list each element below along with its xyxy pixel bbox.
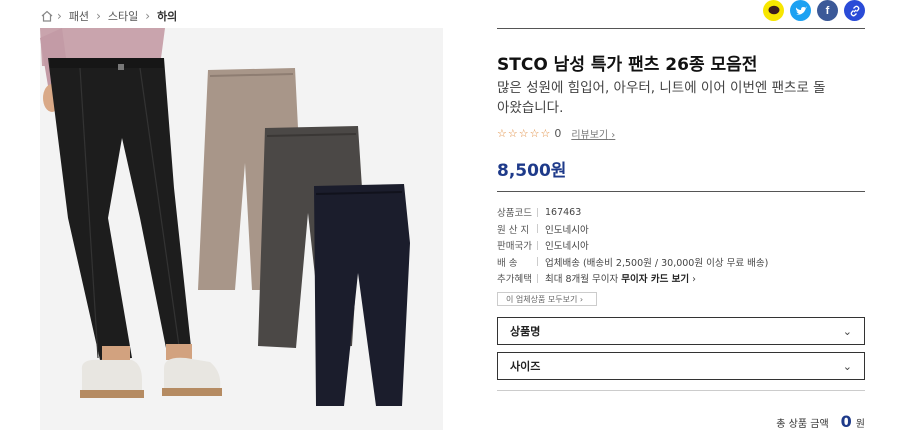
product-title: STCO 남성 특가 팬츠 26종 모음전 (497, 55, 758, 75)
info-row-code: 상품코드 167463 (497, 206, 582, 220)
interest-free-card-link[interactable]: 무이자 카드 보기 (621, 274, 689, 285)
rating-count: 0 (554, 127, 562, 140)
total-amount: 0 (840, 412, 852, 431)
info-row-country: 판매국가 인도네시아 (497, 240, 589, 253)
kakaotalk-share-icon[interactable] (763, 0, 784, 21)
info-row-origin: 원 산 지 인도네시아 (497, 224, 589, 236)
breadcrumb-item-fashion[interactable]: 패션 (69, 8, 89, 24)
chevron-right-icon: › (96, 9, 101, 23)
chevron-down-icon: ⌄ (842, 324, 852, 338)
product-rating: ☆☆☆☆☆ 0 리뷰보기 › (497, 126, 615, 141)
total-price: 총 상품 금액 0 원 (776, 412, 865, 431)
divider (497, 191, 865, 192)
home-icon[interactable] (40, 9, 54, 23)
twitter-share-icon[interactable] (790, 0, 811, 21)
link-copy-icon[interactable] (844, 0, 865, 21)
total-unit: 원 (855, 419, 865, 430)
size-select[interactable]: 사이즈 ⌄ (497, 352, 865, 380)
breadcrumb-item-bottoms[interactable]: 하의 (157, 8, 177, 24)
divider (497, 28, 865, 29)
info-row-shipping: 배 송 업체배송 (배송비 2,500원 / 30,000원 이상 무료 배송) (497, 257, 769, 269)
product-subtitle: 많은 성원에 힘입어, 아우터, 니트에 이어 이번엔 팬츠로 돌아왔습니다. (497, 80, 826, 116)
breadcrumb-item-style[interactable]: 스타일 (108, 8, 138, 24)
facebook-share-icon[interactable]: f (817, 0, 838, 21)
review-link[interactable]: 리뷰보기 › (571, 126, 615, 141)
product-info: 상품코드 167463 원 산 지 인도네시아 판매국가 인도네시아 배 송 업… (497, 204, 768, 287)
share-buttons: f (763, 0, 865, 21)
star-rating-icon: ☆☆☆☆☆ (497, 127, 552, 140)
total-label: 총 상품 금액 (776, 419, 829, 430)
product-name-select[interactable]: 상품명 ⌄ (497, 317, 865, 345)
chevron-right-icon: › (145, 9, 151, 23)
product-price: 8,500원 (497, 161, 567, 181)
info-row-benefit: 추가혜택 최대 8개월 무이자 무이자 카드 보기 › (497, 273, 696, 286)
chevron-down-icon: ⌄ (842, 359, 852, 373)
seller-products-button[interactable]: 이 업체상품 모두보기 › (497, 292, 597, 306)
breadcrumb: › 패션 › 스타일 › 하의 (40, 8, 181, 24)
divider (497, 390, 865, 391)
chevron-right-icon: › (57, 9, 62, 23)
product-image (40, 28, 443, 430)
